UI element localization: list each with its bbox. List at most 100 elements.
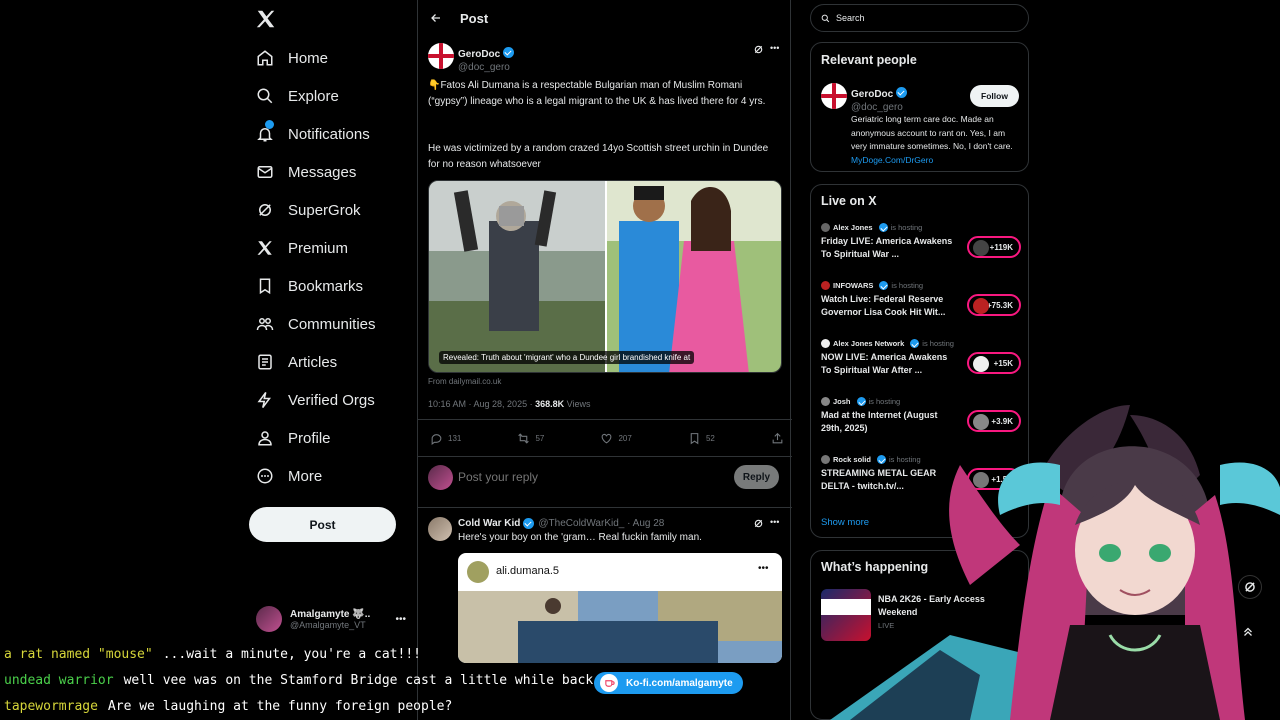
host-name: Alex Jones Network bbox=[833, 339, 905, 348]
chat-username: undead warrior bbox=[4, 672, 114, 688]
author-avatar[interactable] bbox=[428, 43, 454, 69]
like-action[interactable]: 207 bbox=[600, 432, 632, 445]
link-source[interactable]: From dailymail.co.uk bbox=[428, 377, 501, 386]
nav-label: Verified Orgs bbox=[288, 391, 375, 409]
nav-articles[interactable]: Articles bbox=[254, 345, 337, 379]
avatar bbox=[428, 465, 453, 490]
nav-bookmarks[interactable]: Bookmarks bbox=[254, 269, 363, 303]
account-switcher[interactable]: Amalgamyte 🐺.. @Amalgamyte_VT ••• bbox=[256, 603, 406, 635]
nav-explore[interactable]: Explore bbox=[254, 79, 339, 113]
post-timestamp[interactable]: 10:16 AM · Aug 28, 2025 · bbox=[428, 399, 535, 409]
verified-icon bbox=[879, 281, 889, 290]
person-handle[interactable]: @doc_gero bbox=[851, 102, 907, 113]
avatar bbox=[467, 561, 489, 583]
reply-author-handle[interactable]: @TheColdWarKid_ · Aug 28 bbox=[538, 518, 664, 529]
grok-icon[interactable] bbox=[753, 518, 764, 529]
verified-icon bbox=[896, 87, 908, 98]
person-icon bbox=[254, 427, 276, 449]
verified-icon bbox=[523, 518, 535, 529]
people-icon bbox=[254, 313, 276, 335]
nav-supergrok[interactable]: SuperGrok bbox=[254, 193, 361, 227]
nav-profile[interactable]: Profile bbox=[254, 421, 331, 455]
reply-action[interactable]: 131 bbox=[430, 432, 461, 445]
post-media[interactable]: Revealed: Truth about 'migrant' who a Du… bbox=[428, 180, 782, 373]
embed-username: ali.dumana.5 bbox=[496, 565, 559, 577]
live-item[interactable]: INFOWARS is hosting Watch Live: Federal R… bbox=[821, 281, 1021, 333]
live-host: Alex Jones is hosting bbox=[821, 223, 1021, 232]
repost-icon bbox=[517, 432, 530, 445]
home-icon bbox=[254, 47, 276, 69]
avatar[interactable] bbox=[821, 83, 847, 109]
chat-text: ...wait a minute, you're a cat!!! bbox=[162, 646, 421, 662]
nav-label: More bbox=[288, 467, 323, 485]
section-title: Relevant people bbox=[821, 53, 917, 67]
live-count[interactable]: +119K bbox=[967, 236, 1021, 258]
avatar bbox=[821, 455, 830, 464]
reply-button[interactable]: Reply bbox=[734, 465, 779, 489]
count: +119K bbox=[989, 242, 1013, 252]
live-host: Alex Jones Network is hosting bbox=[821, 339, 1021, 348]
more-dots-icon[interactable]: ••• bbox=[770, 517, 779, 527]
nav-messages[interactable]: Messages bbox=[254, 155, 356, 189]
nav-notifications[interactable]: Notifications bbox=[254, 117, 370, 151]
nav-label: Profile bbox=[288, 429, 331, 447]
person-name[interactable]: GeroDoc bbox=[851, 89, 893, 100]
post-column: Post GeroDoc @doc_gero ••• 👇Fatos Ali Du… bbox=[417, 0, 792, 720]
bio-link[interactable]: MyDoge.Com/DrGero bbox=[851, 155, 933, 165]
reply-icon bbox=[430, 432, 443, 445]
share-action[interactable] bbox=[771, 432, 784, 445]
back-arrow-icon[interactable] bbox=[430, 12, 442, 24]
bookmark-icon bbox=[254, 275, 276, 297]
live-count[interactable]: +75.3K bbox=[967, 294, 1021, 316]
avatar bbox=[821, 339, 830, 348]
divider bbox=[418, 456, 792, 457]
more-dots-icon[interactable]: ••• bbox=[758, 563, 769, 574]
live-item[interactable]: Alex Jones is hosting Friday LIVE: Americ… bbox=[821, 223, 1021, 275]
count: +15K bbox=[993, 358, 1013, 368]
page-title: Post bbox=[460, 10, 489, 26]
kofi-cup-icon bbox=[600, 674, 618, 692]
chat-text: well vee was on the Stamford Bridge cast… bbox=[123, 672, 594, 688]
nav-premium[interactable]: Premium bbox=[254, 231, 348, 265]
author-handle[interactable]: @doc_gero bbox=[458, 62, 514, 73]
repost-action[interactable]: 57 bbox=[517, 432, 544, 445]
more-dots-icon[interactable]: ••• bbox=[395, 614, 406, 625]
share-icon bbox=[771, 432, 784, 445]
nav-communities[interactable]: Communities bbox=[254, 307, 376, 341]
kofi-banner[interactable]: Ko-fi.com/amalgamyte bbox=[594, 672, 743, 694]
nav-label: Messages bbox=[288, 163, 357, 181]
live-item[interactable]: Alex Jones Network is hosting NOW LIVE: A… bbox=[821, 339, 1021, 391]
live-count[interactable]: +15K bbox=[967, 352, 1021, 374]
bell-icon bbox=[254, 120, 276, 145]
media-caption: Revealed: Truth about 'migrant' who a Du… bbox=[439, 351, 695, 364]
live-title: Watch Live: Federal Reserve Governor Lis… bbox=[821, 294, 946, 317]
post-button[interactable]: Post bbox=[249, 507, 396, 542]
avatar[interactable] bbox=[428, 517, 452, 541]
bookmark-action[interactable]: 52 bbox=[688, 432, 715, 445]
follow-button[interactable]: Follow bbox=[970, 85, 1019, 107]
reply-author-name[interactable]: Cold War Kid bbox=[458, 518, 520, 529]
grok-icon[interactable] bbox=[753, 44, 764, 55]
search-input[interactable]: Search bbox=[810, 4, 1029, 32]
reply-input[interactable] bbox=[458, 467, 718, 487]
post-text: 👇Fatos Ali Dumana is a respectable Bulga… bbox=[428, 80, 766, 107]
divider bbox=[418, 419, 792, 420]
chat-message: a rat named "mouse" ...wait a minute, yo… bbox=[0, 642, 600, 666]
kofi-label: Ko-fi.com/amalgamyte bbox=[626, 677, 733, 689]
streamer-avatar-overlay bbox=[830, 405, 1280, 720]
more-dots-icon[interactable]: ••• bbox=[770, 43, 779, 53]
views-count: 368.8K bbox=[535, 399, 565, 409]
author-name[interactable]: GeroDoc bbox=[458, 49, 500, 60]
post-text-2: He was victimized by a random crazed 14y… bbox=[428, 143, 769, 170]
nav-home[interactable]: Home bbox=[254, 41, 328, 75]
avatar bbox=[821, 281, 830, 290]
nav-verified-orgs[interactable]: Verified Orgs bbox=[254, 383, 375, 417]
views-label: Views bbox=[564, 399, 591, 409]
x-logo-icon[interactable] bbox=[255, 8, 277, 30]
count: +75.3K bbox=[986, 300, 1013, 310]
host-name: INFOWARS bbox=[833, 281, 874, 290]
more-icon bbox=[254, 465, 276, 487]
nav-more[interactable]: More bbox=[254, 459, 322, 493]
grok-icon bbox=[254, 199, 276, 221]
post-meta: 10:16 AM · Aug 28, 2025 · 368.8K Views bbox=[428, 399, 590, 409]
